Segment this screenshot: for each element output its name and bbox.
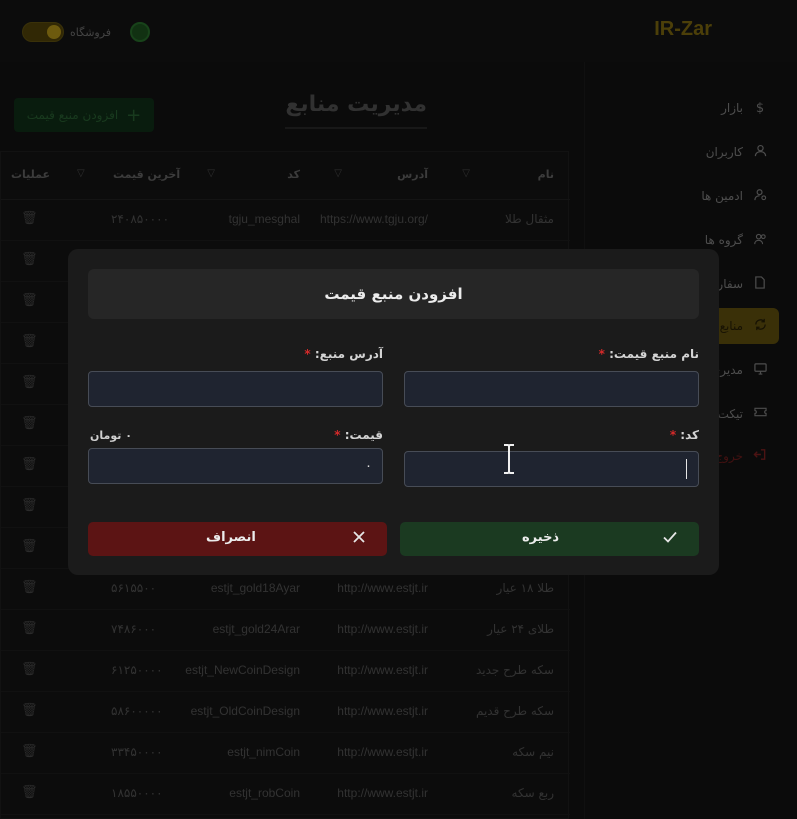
cancel-label: انصراف bbox=[206, 530, 256, 545]
text-cursor-icon bbox=[504, 444, 514, 474]
required-mark: * bbox=[669, 428, 677, 442]
required-mark: * bbox=[334, 428, 341, 442]
required-mark: * bbox=[304, 347, 311, 361]
price-preview: ۰ تومان bbox=[90, 429, 132, 442]
text-caret bbox=[686, 459, 687, 479]
code-field-label: کد: * bbox=[670, 428, 699, 442]
check-icon bbox=[662, 529, 678, 549]
save-label: ذخیره bbox=[522, 530, 560, 545]
name-field-label: نام منبع قیمت: * bbox=[599, 347, 699, 361]
modal-title: افزودن منبع قیمت bbox=[88, 269, 699, 319]
close-icon bbox=[352, 529, 366, 548]
label-text: کد: bbox=[680, 428, 699, 442]
label-text: قیمت: bbox=[344, 428, 383, 442]
price-input[interactable] bbox=[88, 448, 383, 484]
cancel-button[interactable]: انصراف bbox=[88, 522, 387, 556]
source-name-input[interactable] bbox=[404, 371, 699, 407]
required-mark: * bbox=[598, 347, 605, 361]
label-text: نام منبع قیمت: bbox=[609, 347, 699, 361]
add-source-modal: افزودن منبع قیمت نام منبع قیمت: * آدرس م… bbox=[68, 249, 719, 575]
price-field-label: قیمت: * bbox=[334, 428, 383, 442]
source-address-input[interactable] bbox=[88, 371, 383, 407]
code-input[interactable] bbox=[404, 451, 699, 487]
save-button[interactable]: ذخیره bbox=[400, 522, 699, 556]
label-text: آدرس منبع: bbox=[314, 347, 383, 361]
address-field-label: آدرس منبع: * bbox=[304, 347, 383, 361]
